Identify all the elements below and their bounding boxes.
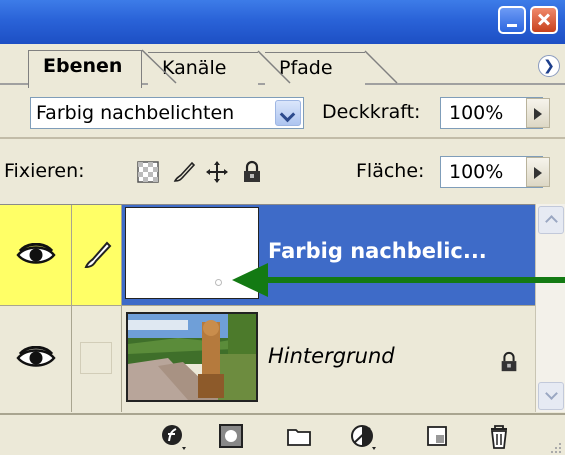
visibility-cell[interactable] [0,205,72,305]
tab-kanaele-label: Kanäle [162,57,227,79]
layers-panel: Ebenen Kanäle Pfade ❯ Farbig nachbelicht… [0,0,565,455]
lock-position-icon[interactable] [205,160,229,184]
lock-all-icon[interactable] [240,160,264,184]
layer-row[interactable]: Hintergrund [0,305,535,412]
minimize-icon[interactable] [498,6,526,34]
eye-icon [16,243,56,264]
panel-menu-icon[interactable]: ❯ [538,55,560,77]
lock-label: Fixieren: [4,160,85,182]
landscape-thumbnail-image [128,314,256,400]
opacity-label: Deckkraft: [322,101,421,123]
tab-kanaele[interactable]: Kanäle [148,52,258,85]
tab-pfade[interactable]: Pfade [265,52,365,85]
empty-link-box [80,342,112,374]
adjustment-layer-icon[interactable] [350,423,378,451]
opacity-slider-arrow-icon[interactable] [526,98,550,128]
bottom-toolbar [0,413,565,455]
tab-ebenen-label: Ebenen [43,55,123,77]
visibility-cell[interactable] [0,306,72,412]
lock-image-icon[interactable] [172,160,196,184]
layer-mask-icon[interactable] [218,423,246,451]
fill-label: Fläche: [356,160,425,182]
chevron-down-icon[interactable] [275,100,301,126]
fill-value: 100% [449,161,504,183]
layers-scrollbar[interactable] [535,204,565,412]
opacity-value: 100% [449,102,504,124]
blend-mode-value: Farbig nachbelichten [36,102,235,124]
layer-style-icon[interactable] [160,423,188,451]
delete-layer-icon[interactable] [485,423,513,451]
blend-mode-select[interactable]: Farbig nachbelichten [30,97,304,129]
layer-row-selected[interactable]: Farbig nachbelic... [0,205,535,305]
layer-lock-icon [501,351,517,372]
new-group-icon[interactable] [286,423,314,451]
new-layer-icon[interactable] [424,423,452,451]
brush-icon [84,241,112,269]
layers-list: Farbig nachbelic... Hintergrund [0,204,535,413]
lock-transparency-icon[interactable] [136,160,160,184]
layer-name: Hintergrund [268,344,395,368]
resize-grip-icon[interactable] [549,441,563,455]
scroll-up-icon[interactable] [538,206,564,234]
eye-icon [16,346,56,367]
title-bar [0,0,565,44]
layer-name: Farbig nachbelic... [268,239,487,263]
fill-slider-arrow-icon[interactable] [526,157,550,187]
layer-thumbnail-white [125,207,259,299]
blend-row: Farbig nachbelichten Deckkraft: 100% [0,85,565,135]
close-icon[interactable] [530,6,558,34]
scroll-down-icon[interactable] [538,382,564,410]
lock-row: Fixieren: Fläche: 100% [0,140,565,202]
link-cell[interactable] [72,306,122,412]
tab-ebenen[interactable]: Ebenen [28,50,142,88]
thumbnail-dot [215,279,222,286]
layer-thumbnail-photo [126,312,258,402]
link-cell[interactable] [72,205,122,305]
divider [0,137,565,139]
tab-bar: Ebenen Kanäle Pfade ❯ [0,44,565,88]
tab-pfade-label: Pfade [279,57,333,79]
